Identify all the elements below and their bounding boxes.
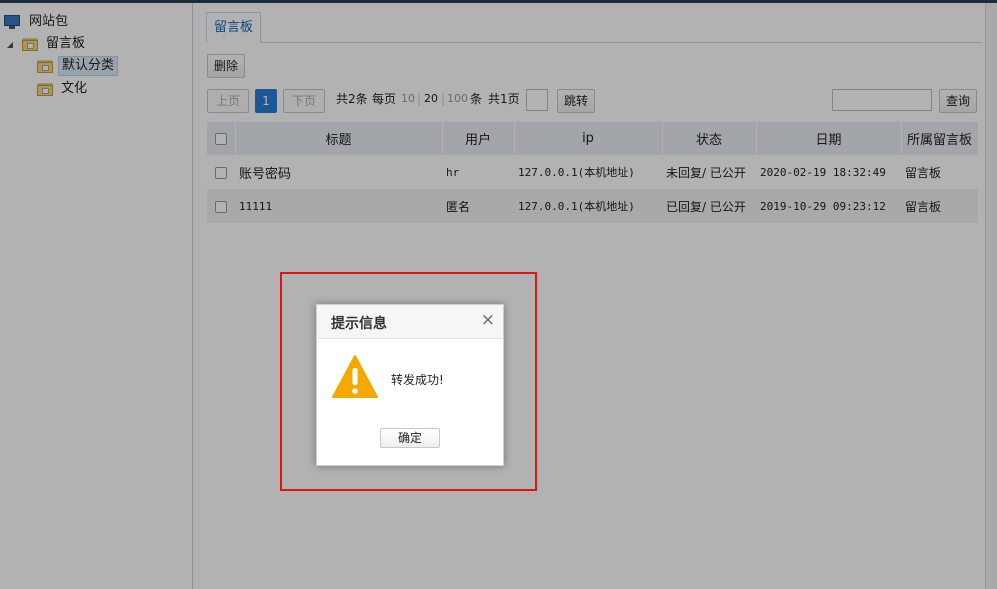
dialog-header: 提示信息 × [317,305,503,339]
dialog-message: 转发成功! [391,373,444,387]
close-icon[interactable]: × [481,311,495,329]
ok-button[interactable]: 确定 [380,428,440,448]
warning-icon [332,355,378,398]
alert-dialog: 提示信息 × 转发成功! 确定 [316,304,504,466]
dialog-title: 提示信息 [331,316,387,332]
